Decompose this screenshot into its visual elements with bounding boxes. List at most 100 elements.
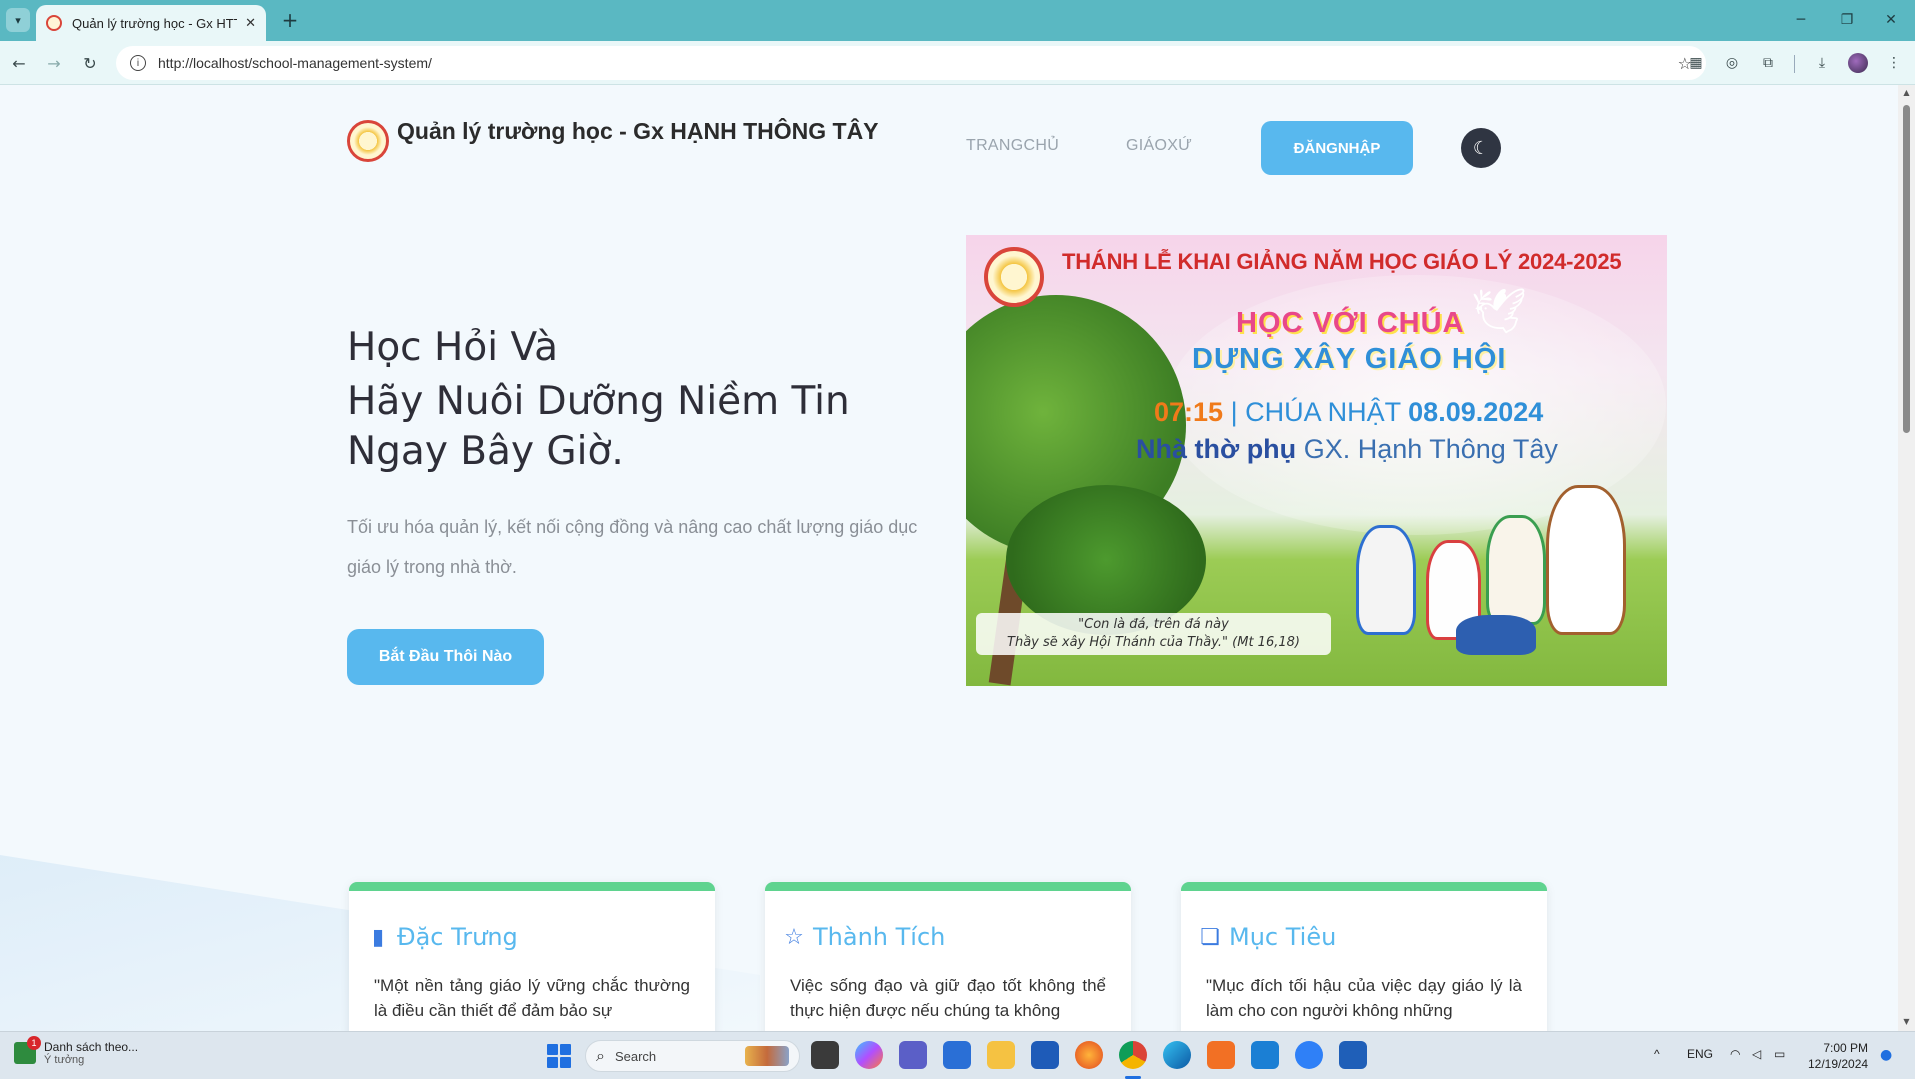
banner-quote-line2: Thầy sẽ xây Hội Thánh của Thầy." (Mt 16,… [1007,635,1300,650]
address-bar[interactable]: i http://localhost/school-management-sys… [116,46,1706,80]
scroll-down-icon[interactable]: ▼ [1902,1017,1911,1026]
new-tab-button[interactable]: + [278,8,302,32]
profile-avatar[interactable] [1848,53,1868,73]
download-icon[interactable]: ⤓ [1811,52,1833,74]
address-url[interactable]: http://localhost/school-management-syste… [158,55,1678,71]
firefox-icon[interactable] [1075,1041,1103,1069]
extensions-icon[interactable]: ⧉ [1757,52,1779,74]
card-header: ☆ Thành Tích [783,923,945,951]
widgets-button[interactable]: 1 Danh sách theo... Ý tưởng [14,1036,139,1066]
language-indicator[interactable]: ENG [1687,1047,1713,1061]
browser-menu-icon[interactable]: ⋮ [1883,52,1905,74]
task-view-icon[interactable] [811,1041,839,1069]
nav-parish-link[interactable]: GIÁOXỨ [1126,137,1192,155]
hero-title-line2: Hãy Nuôi Dưỡng Niềm Tin Ngay Bây Giờ. [347,379,850,474]
browser-toolbar: ← → ↻ i http://localhost/school-manageme… [0,41,1915,85]
hero-title: Học Hỏi Và Hãy Nuôi Dưỡng Niềm Tin Ngay … [347,323,907,477]
restore-button[interactable]: ❐ [1832,8,1862,32]
tray-overflow-icon[interactable]: ^ [1654,1047,1660,1061]
file-explorer-icon[interactable] [987,1041,1015,1069]
book-icon: ▮ [371,924,385,950]
get-started-button[interactable]: Bắt Đầu Thôi Nào [347,629,544,685]
toolbar-divider [1794,55,1795,73]
banner-heading: THÁNH LỄ KHAI GIẢNG NĂM HỌC GIÁO LÝ 2024… [1062,249,1622,274]
page-scrollbar[interactable]: ▲ ▼ [1898,85,1915,1031]
privacy-icon[interactable]: ◎ [1721,52,1743,74]
card-text: Việc sống đạo và giữ đạo tốt không thể t… [790,976,1106,1020]
windows-taskbar: 1 Danh sách theo... Ý tưởng ⌕ Search ^ E… [0,1031,1915,1079]
edge-icon[interactable] [1163,1041,1191,1069]
card-header: ▮ Đặc Trưng [367,923,518,951]
parish-logo-icon [347,120,389,162]
card-header: ❏ Mục Tiêu [1199,923,1336,951]
forward-icon[interactable]: → [41,50,67,76]
moon-icon[interactable]: ☾ [1461,128,1501,168]
card-text: "Một nền tảng giáo lý vững chắc thường l… [374,976,690,1020]
windows-start-icon[interactable] [547,1044,571,1068]
close-window-button[interactable]: ✕ [1876,8,1906,32]
tab-title: Quản lý trường học - Gx HTT [72,15,238,31]
banner-date: 07:15 | CHÚA NHẬT 08.09.2024 [1154,397,1543,428]
vscode-icon[interactable] [1251,1041,1279,1069]
hero-title-line1: Học Hỏi Và [347,325,558,370]
card-title: Thành Tích [813,923,946,951]
scrollbar-thumb[interactable] [1903,105,1910,433]
calculator-icon[interactable] [1031,1041,1059,1069]
site-title: Quản lý trường học - Gx HẠNH THÔNG TÂY [397,118,879,144]
banner-date-value: 08.09.2024 [1408,397,1544,427]
banner-children-illustration [1346,485,1646,665]
search-highlight-image [745,1046,789,1066]
tab-search-button[interactable]: ▾ [6,8,30,32]
qr-code-icon[interactable]: ▦ [1685,52,1707,74]
bookmark-icon: ❏ [1200,924,1220,950]
dove-icon: 🕊 [1471,286,1527,337]
widgets-icon: 1 [14,1036,41,1064]
nav-home-link[interactable]: TRANGCHỦ [966,137,1059,155]
site-brand[interactable]: Quản lý trường học - Gx HẠNH THÔNG TÂY [347,117,887,162]
volume-icon[interactable]: ◁ [1752,1047,1761,1061]
site-info-icon[interactable]: i [130,55,146,71]
card-title: Đặc Trưng [397,923,518,951]
chrome-icon[interactable] [1119,1041,1147,1069]
store-icon[interactable] [943,1041,971,1069]
card-text: "Mục đích tối hậu của việc dạy giáo lý l… [1206,976,1522,1020]
notification-badge: 1 [27,1036,41,1050]
taskbar-search-placeholder: Search [614,1048,657,1064]
clock-date: 12/19/2024 [1808,1057,1869,1071]
hero-banner-image: THÁNH LỄ KHAI GIẢNG NĂM HỌC GIÁO LÝ 2024… [966,235,1667,686]
browser-tab-active[interactable]: Quản lý trường học - Gx HTT ✕ [36,5,266,41]
card-title: Mục Tiêu [1229,923,1337,951]
banner-slogan-line1: HỌC VỚI CHÚA [1236,307,1465,339]
feature-card-achievements: ☆ Thành Tích Việc sống đạo và giữ đạo tố… [765,882,1131,1031]
word-icon[interactable] [1339,1041,1367,1069]
banner-quote: "Con là đá, trên đá này Thầy sẽ xây Hội … [976,613,1331,655]
back-icon[interactable]: ← [6,50,32,76]
battery-icon[interactable]: ▭ [1774,1047,1785,1061]
zalo-icon[interactable] [1295,1041,1323,1069]
banner-slogan-line2: DỰNG XÂY GIÁO HỘI [1192,343,1507,375]
notification-bell-icon[interactable]: ● [1880,1047,1892,1063]
banner-place-rest: GX. Hạnh Thông Tây [1303,434,1558,464]
teams-icon[interactable] [899,1041,927,1069]
feature-card-goals: ❏ Mục Tiêu "Mục đích tối hậu của việc dạ… [1181,882,1547,1031]
feature-card-features: ▮ Đặc Trưng "Một nền tảng giáo lý vững c… [349,882,715,1031]
copilot-icon[interactable] [855,1041,883,1069]
widgets-subtitle: Ý tưởng [44,1054,85,1066]
banner-quote-line1: "Con là đá, trên đá này [1078,617,1229,632]
minimize-button[interactable]: ─ [1786,8,1816,32]
tab-close-icon[interactable]: ✕ [245,16,256,31]
browser-tab-bar: ▾ Quản lý trường học - Gx HTT ✕ + ─ ❐ ✕ [0,0,1915,41]
banner-logo-icon [984,247,1044,307]
reload-icon[interactable]: ↻ [77,50,103,76]
xampp-icon[interactable] [1207,1041,1235,1069]
widgets-title: Danh sách theo... [44,1040,139,1054]
wifi-icon[interactable]: ◠ [1730,1047,1740,1061]
star-icon: ☆ [784,924,804,950]
taskbar-search[interactable]: ⌕ Search [585,1040,800,1072]
clock-time: 7:00 PM [1823,1041,1869,1055]
taskbar-clock[interactable]: 7:00 PM 12/19/2024 [1808,1040,1868,1072]
search-icon: ⌕ [596,1046,605,1065]
scroll-up-icon[interactable]: ▲ [1902,88,1911,97]
web-page: Quản lý trường học - Gx HẠNH THÔNG TÂY T… [0,85,1915,1031]
login-button[interactable]: ĐĂNGNHẬP [1261,121,1413,175]
